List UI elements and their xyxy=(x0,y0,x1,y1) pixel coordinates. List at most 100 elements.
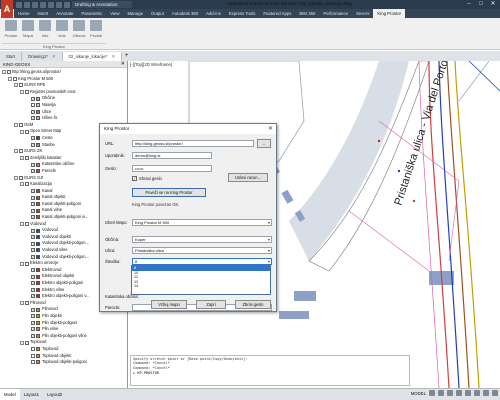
layer-visibility-checkbox[interactable] xyxy=(25,301,29,306)
tree-node[interactable]: - King Prostor M 500 xyxy=(0,76,127,83)
redo-icon[interactable] xyxy=(64,1,70,8)
change-account-button[interactable]: Uslovi racun... xyxy=(228,173,268,182)
dropdown-option[interactable]: 14 xyxy=(132,284,270,289)
tree-node[interactable]: ✓ Hišne št. xyxy=(0,115,127,122)
layer-visibility-checkbox[interactable]: ✓ xyxy=(31,142,35,147)
obnovi-button[interactable]: Obnovi xyxy=(70,20,88,42)
number-select[interactable]: 8 ▾ xyxy=(132,258,272,265)
load-map-button[interactable]: Vzbuj mapo xyxy=(151,300,187,309)
tree-node[interactable]: - GURS RPE xyxy=(0,82,127,89)
password-field[interactable]: •••••• xyxy=(132,165,212,172)
layer-visibility-checkbox[interactable] xyxy=(31,347,35,352)
tree-node[interactable]: Naselja xyxy=(0,102,127,109)
ribbon-tab[interactable]: Severs xyxy=(352,9,373,18)
snap-icon[interactable] xyxy=(438,390,444,396)
layer-visibility-checkbox[interactable]: ✓ xyxy=(31,268,35,273)
layer-visibility-checkbox[interactable] xyxy=(31,360,35,365)
ortho-icon[interactable] xyxy=(447,390,453,396)
url-field[interactable]: http://king.geoss.si/prostor/ xyxy=(132,140,254,147)
layer-visibility-checkbox[interactable]: ✓ xyxy=(31,116,35,121)
maximize-button[interactable]: □ xyxy=(475,0,487,9)
expand-toggle-icon[interactable]: - xyxy=(20,129,24,134)
command-line[interactable]: Specify stretch point or [Base point/Cop… xyxy=(130,355,410,386)
layer-visibility-checkbox[interactable] xyxy=(25,129,29,134)
tree-node[interactable]: Toplovod xyxy=(0,346,127,353)
ribbon-tab[interactable]: BIM 360 xyxy=(295,9,319,18)
municipality-select[interactable]: Koper ▾ xyxy=(132,236,272,243)
viewport-label[interactable]: [-][Top][2D Wireframe] xyxy=(130,62,172,67)
layer-visibility-checkbox[interactable] xyxy=(25,182,29,187)
expand-toggle-icon[interactable]: - xyxy=(20,182,24,187)
layer-visibility-checkbox[interactable] xyxy=(31,353,35,358)
minimize-button[interactable]: – xyxy=(463,0,475,9)
undo-icon[interactable] xyxy=(56,1,62,8)
info-button[interactable]: Info xyxy=(36,20,54,42)
layer-visibility-checkbox[interactable]: ✓ xyxy=(31,109,35,114)
ribbon-tab[interactable]: Autodesk 360 xyxy=(168,9,202,18)
ribbon-tab[interactable]: Home xyxy=(14,9,33,18)
layer-visibility-checkbox[interactable]: ✓ xyxy=(31,228,35,233)
close-tab-icon[interactable]: ✕ xyxy=(111,54,115,59)
tree-node[interactable]: - Register prostorskih enot xyxy=(0,89,127,96)
expand-toggle-icon[interactable]: - xyxy=(20,221,24,226)
expand-toggle-icon[interactable]: - xyxy=(20,301,24,306)
layer-visibility-checkbox[interactable] xyxy=(25,90,29,95)
ribbon-tab[interactable]: Manage xyxy=(123,9,147,18)
annotation-scale-icon[interactable] xyxy=(474,390,480,396)
close-dialog-button[interactable]: Zapri xyxy=(196,300,226,309)
layer-visibility-checkbox[interactable] xyxy=(25,340,29,345)
map-select[interactable]: King Prostor M 500 ▾ xyxy=(132,219,272,226)
layer-visibility-checkbox[interactable]: ✓ xyxy=(31,235,35,240)
layer-visibility-checkbox[interactable] xyxy=(31,103,35,108)
ribbon-tab[interactable]: View xyxy=(106,9,123,18)
layer-visibility-checkbox[interactable] xyxy=(25,261,29,266)
connect-button[interactable]: Poveži se na King Prostor xyxy=(132,188,206,197)
workspace-dropdown[interactable]: Drafting & Annotation xyxy=(72,1,132,8)
tree-node[interactable]: Toplovod objekti xyxy=(0,353,127,360)
file-tab[interactable]: Start xyxy=(0,52,23,61)
prostor-button[interactable]: Prostor xyxy=(2,20,20,42)
autocad-logo[interactable]: A xyxy=(1,0,13,18)
url-browse-button[interactable]: ... xyxy=(257,139,271,148)
tree-node[interactable]: Toplovod objekti-poligoni xyxy=(0,359,127,366)
command-prompt[interactable]: ▸ KP-PROSTOR xyxy=(133,371,407,375)
expand-toggle-icon[interactable]: - xyxy=(20,261,24,266)
expand-toggle-icon[interactable]: - xyxy=(20,340,24,345)
ribbon-tab[interactable]: Performance xyxy=(319,9,352,18)
osnap-icon[interactable] xyxy=(465,390,471,396)
palette-close-icon[interactable]: ✕ xyxy=(121,61,125,68)
street-select[interactable]: Pristaniška ulica ▾ xyxy=(132,247,272,254)
ribbon-tab[interactable]: King Prostor xyxy=(373,9,406,18)
layer-visibility-checkbox[interactable]: ✓ xyxy=(31,202,35,207)
ribbon-tab[interactable]: Insert xyxy=(33,9,52,18)
layer-visibility-checkbox[interactable] xyxy=(7,70,11,75)
expand-toggle-icon[interactable]: - xyxy=(14,175,18,180)
ribbon-tab[interactable]: Add-ins xyxy=(202,9,225,18)
layer-visibility-checkbox[interactable]: ✓ xyxy=(31,248,35,253)
layer-visibility-checkbox[interactable] xyxy=(19,83,23,88)
layer-visibility-checkbox[interactable] xyxy=(19,123,23,128)
close-button[interactable]: ✕ xyxy=(487,0,499,9)
layer-visibility-checkbox[interactable] xyxy=(25,221,29,226)
layer-visibility-checkbox[interactable]: ✓ xyxy=(31,254,35,259)
new-tab-button[interactable]: + xyxy=(122,52,131,61)
ribbon-tab[interactable]: Express Tools xyxy=(225,9,260,18)
layer-visibility-checkbox[interactable] xyxy=(13,76,17,81)
workspace-icon[interactable] xyxy=(483,390,489,396)
layout-tab[interactable]: Layout1 xyxy=(20,389,43,400)
layout-tab[interactable]: Model xyxy=(0,389,20,400)
close-tab-icon[interactable]: ✕ xyxy=(52,54,56,59)
polar-icon[interactable] xyxy=(456,390,462,396)
model-space-label[interactable]: MODEL xyxy=(411,391,426,396)
layer-visibility-checkbox[interactable]: ✓ xyxy=(31,169,35,174)
file-tab[interactable]: Drawing1* ✕ xyxy=(22,52,63,61)
layer-visibility-checkbox[interactable]: ✓ xyxy=(31,208,35,213)
layer-visibility-checkbox[interactable]: ✓ xyxy=(31,188,35,193)
tree-node[interactable]: ✓ Plin objekti-poligoni vilne xyxy=(0,333,127,340)
layout-tab[interactable]: Layout2 xyxy=(43,389,66,400)
file-tab[interactable]: 02_iskanje_lokacije* ✕ xyxy=(62,52,123,61)
layer-visibility-checkbox[interactable]: ✓ xyxy=(31,241,35,246)
ribbon-tab[interactable]: Output xyxy=(147,9,168,18)
layer-visibility-checkbox[interactable]: ✓ xyxy=(31,294,35,299)
tree-node[interactable]: - http://king.geoss.si/prostor/ xyxy=(0,69,127,76)
